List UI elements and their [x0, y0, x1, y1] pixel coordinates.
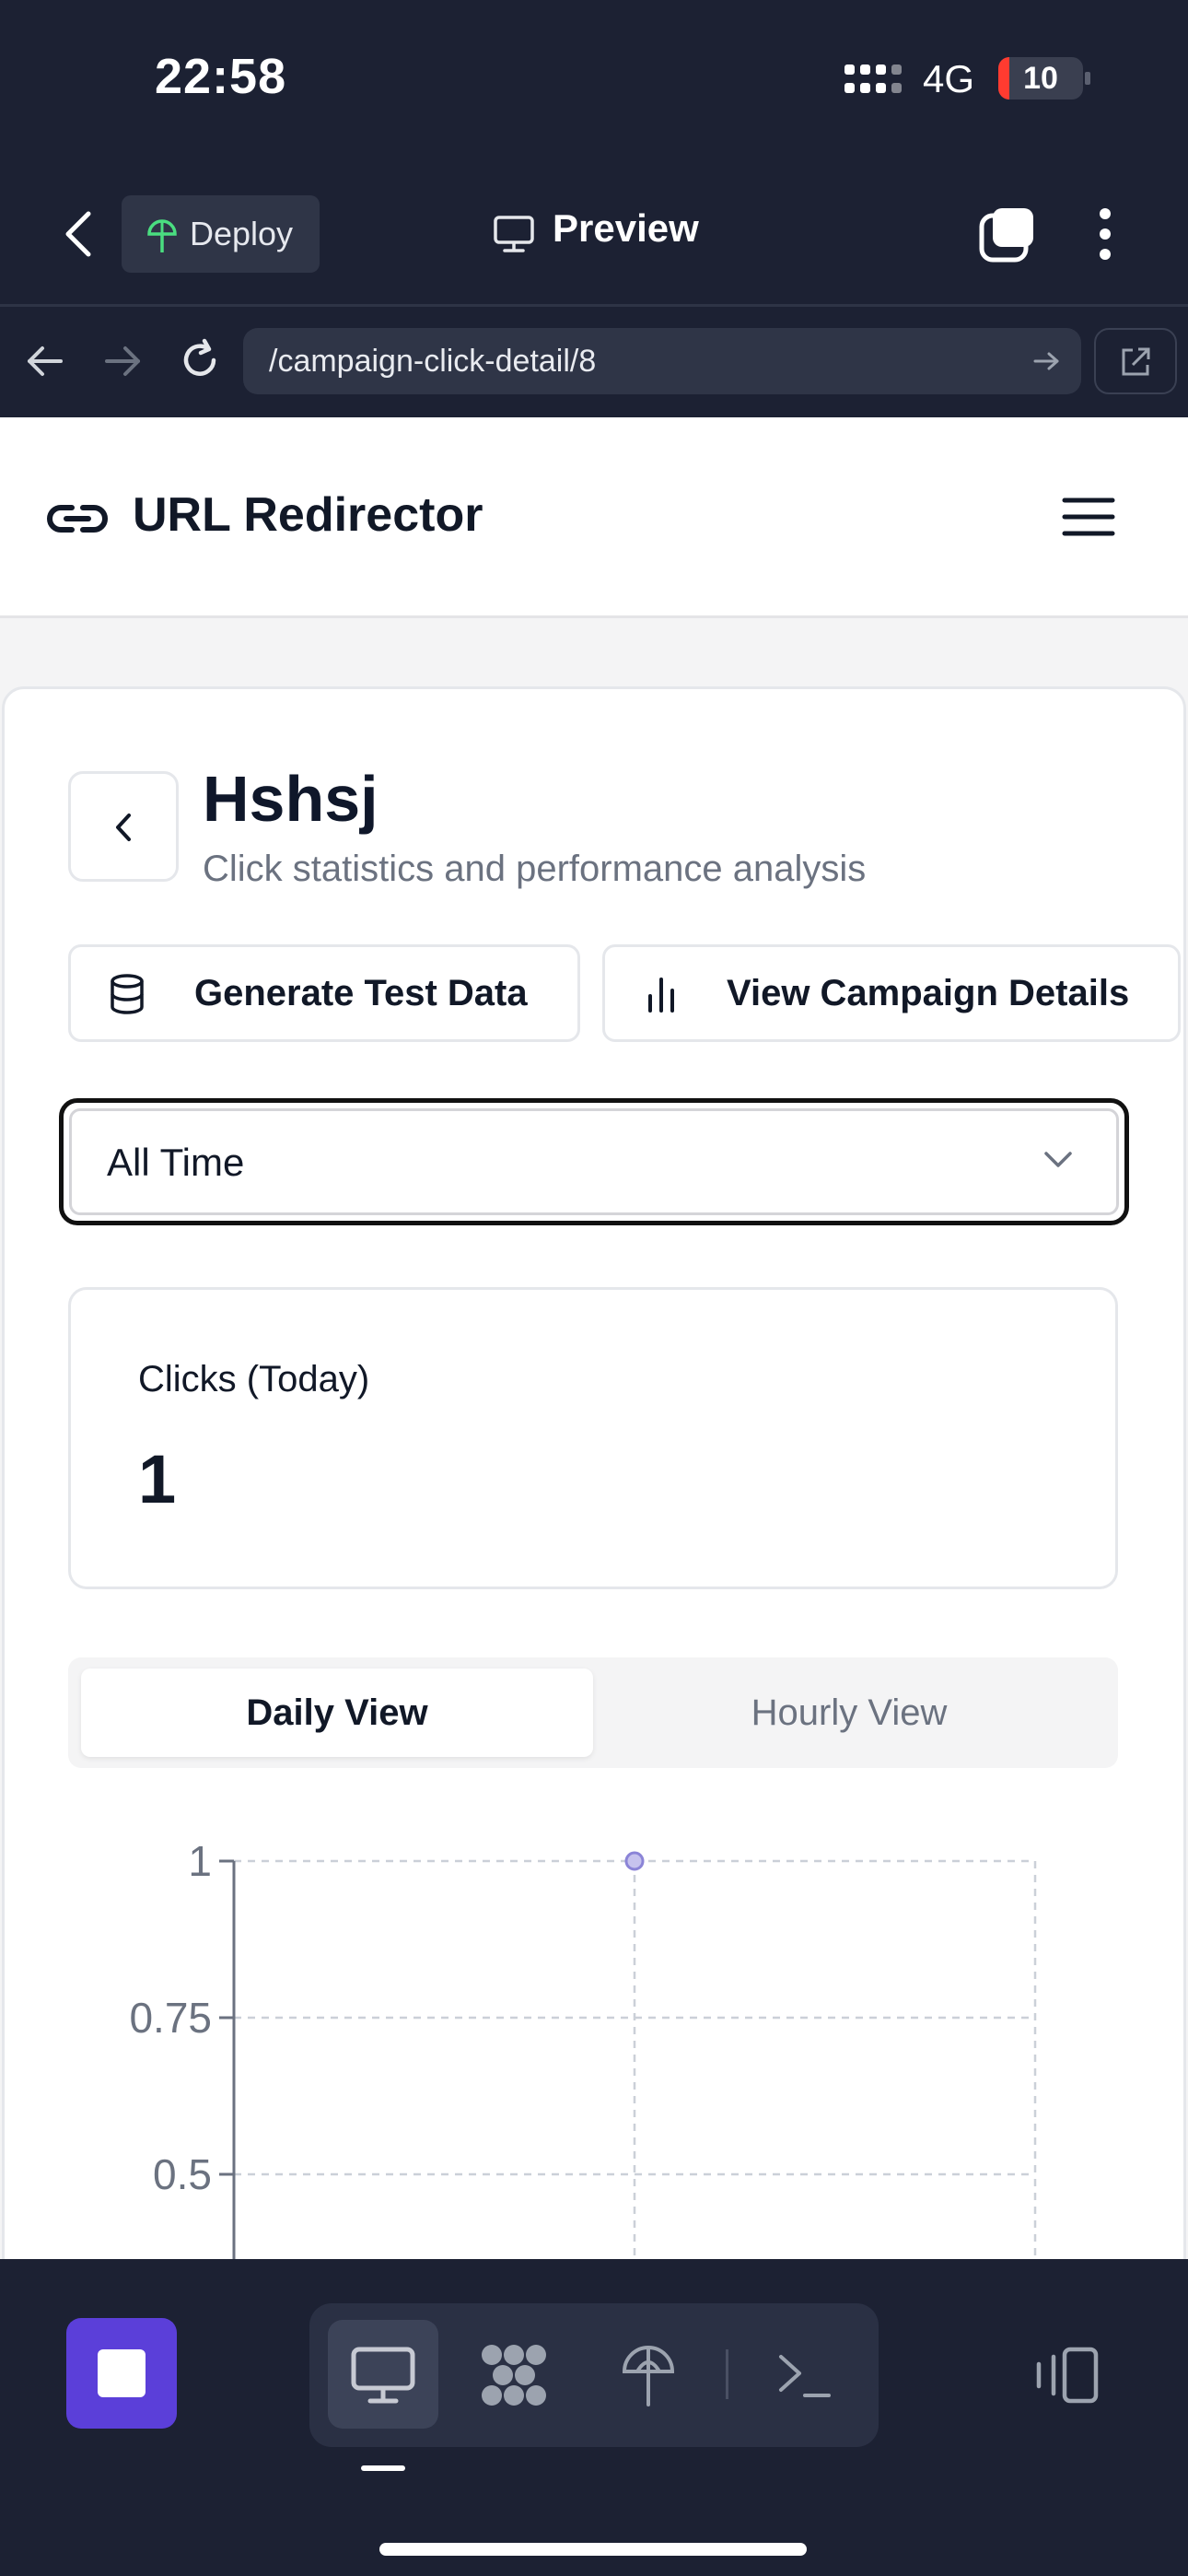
- app-viewport: URL Redirector Hshsj Click statistics an…: [0, 417, 1188, 2259]
- deploy-label: Deploy: [190, 215, 294, 252]
- url-text: /campaign-click-detail/8: [269, 344, 597, 379]
- date-range-select-inner: All Time: [69, 1108, 1119, 1215]
- clicks-chart: 1 0.75 0.5: [129, 1837, 1037, 2259]
- url-go-arrow-icon[interactable]: [1031, 348, 1063, 374]
- date-range-value: All Time: [107, 1141, 245, 1184]
- brand-name[interactable]: URL Redirector: [133, 487, 483, 543]
- workflow-nodes-icon[interactable]: [477, 2340, 551, 2410]
- tab-hourly-view[interactable]: Hourly View: [593, 1669, 1105, 1757]
- reload-icon[interactable]: [177, 337, 223, 383]
- status-time: 22:58: [155, 49, 287, 104]
- y-tick-label: 0.5: [153, 2150, 212, 2198]
- tool-separator: [726, 2349, 728, 2399]
- y-tick-label: 1: [188, 1837, 212, 1885]
- external-link-icon: [1122, 347, 1150, 376]
- nav-forward-arrow-icon[interactable]: [101, 341, 144, 381]
- deploy-icon: [147, 219, 177, 252]
- generate-test-data-label: Generate Test Data: [194, 973, 528, 1013]
- back-chevron-icon[interactable]: [61, 208, 98, 260]
- chevron-left-icon: [116, 814, 131, 841]
- terminal-icon[interactable]: [775, 2349, 833, 2401]
- tab-daily-view[interactable]: Daily View: [81, 1669, 593, 1757]
- stop-button[interactable]: [66, 2318, 177, 2429]
- tabs-switcher-icon[interactable]: [978, 205, 1037, 263]
- nav-back-arrow-icon[interactable]: [24, 341, 66, 381]
- home-indicator: [379, 2543, 807, 2556]
- link-icon: [47, 505, 108, 533]
- view-campaign-details-button[interactable]: View Campaign Details: [602, 944, 1181, 1042]
- clicks-today-value: 1: [138, 1441, 177, 1517]
- battery-tip: [1085, 72, 1090, 85]
- battery-level: 10: [1023, 61, 1058, 96]
- preview-title: Preview: [553, 206, 699, 250]
- battery-icon: 10: [998, 57, 1083, 100]
- view-campaign-details-label: View Campaign Details: [727, 973, 1130, 1013]
- monitor-icon: [494, 216, 534, 252]
- device-layout-icon[interactable]: [1031, 2346, 1101, 2405]
- desktop-preview-icon[interactable]: [350, 2346, 416, 2405]
- chevron-down-icon: [1044, 1152, 1072, 1167]
- hamburger-menu-icon[interactable]: [1061, 495, 1116, 539]
- stop-icon: [98, 2349, 146, 2397]
- network-type: 4G: [923, 57, 975, 100]
- data-point: [624, 1851, 645, 1871]
- page-title: Hshsj: [203, 763, 379, 835]
- bar-chart-icon: [648, 978, 674, 1013]
- deploy-tool-icon[interactable]: [619, 2344, 678, 2408]
- clicks-today-card: [68, 1287, 1118, 1589]
- clicks-today-label: Clicks (Today): [138, 1359, 370, 1399]
- url-input[interactable]: /campaign-click-detail/8: [243, 328, 1081, 394]
- date-range-select[interactable]: All Time: [59, 1098, 1129, 1225]
- page-subtitle: Click statistics and performance analysi…: [203, 849, 867, 889]
- cellular-signal-icon: [842, 63, 904, 100]
- more-options-icon[interactable]: [1090, 206, 1120, 262]
- y-tick-label: 0.75: [129, 1994, 212, 2042]
- active-tool-indicator: [361, 2465, 405, 2471]
- database-icon: [111, 974, 144, 1014]
